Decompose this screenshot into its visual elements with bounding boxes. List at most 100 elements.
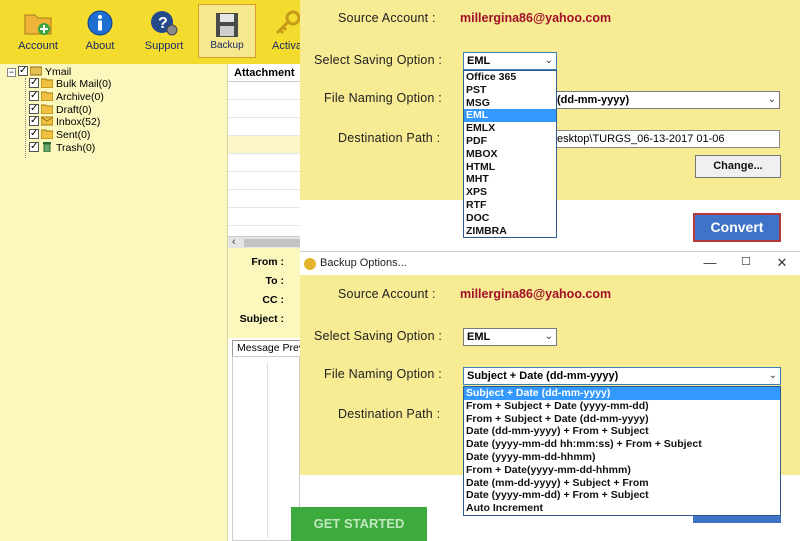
dropdown-option[interactable]: RTF bbox=[464, 199, 556, 212]
tree-item-label: Archive(0) bbox=[56, 91, 104, 103]
maximize-icon[interactable]: ☐ bbox=[736, 255, 756, 268]
dropdown-option[interactable]: Date (dd-mm-yyyy) + From + Subject bbox=[464, 425, 780, 438]
destination-path-input[interactable]: esktop\TURGS_06-13-2017 01-06 bbox=[554, 130, 780, 148]
preview-divider bbox=[267, 363, 268, 538]
tree-item-trash[interactable]: Trash(0) bbox=[29, 140, 95, 155]
activate-button[interactable]: Activat bbox=[264, 0, 304, 62]
file-naming-value: Subject + Date (dd-mm-yyyy) bbox=[467, 370, 619, 382]
table-row[interactable] bbox=[228, 100, 300, 118]
dropdown-option[interactable]: EMLX bbox=[464, 122, 556, 135]
convert-button[interactable]: Convert bbox=[693, 213, 781, 242]
dropdown-option[interactable]: ZIMBRA bbox=[464, 225, 556, 238]
dropdown-option[interactable]: From + Subject + Date (dd-mm-yyyy) bbox=[464, 413, 780, 426]
backup-label: Backup bbox=[210, 40, 244, 51]
dropdown-option[interactable]: Office 365 bbox=[464, 71, 556, 84]
subject-label: Subject : bbox=[239, 313, 284, 325]
inbox-icon bbox=[41, 116, 53, 126]
dialog-title: Backup Options... bbox=[320, 257, 407, 269]
scroll-thumb[interactable] bbox=[244, 239, 300, 247]
change-button[interactable]: Change... bbox=[695, 155, 781, 178]
scroll-left-icon[interactable]: ‹ bbox=[232, 236, 236, 248]
checkbox[interactable] bbox=[18, 64, 28, 77]
checkbox[interactable] bbox=[29, 76, 39, 89]
convert-button-edge bbox=[693, 515, 781, 523]
dropdown-option[interactable]: HTML bbox=[464, 161, 556, 174]
minimize-icon[interactable]: — bbox=[700, 255, 720, 270]
table-row[interactable] bbox=[228, 208, 300, 226]
chevron-down-icon: ⌄ bbox=[768, 370, 777, 381]
tree-item-inbox[interactable]: Inbox(52) bbox=[29, 114, 100, 129]
table-row[interactable] bbox=[228, 82, 300, 100]
saving-option-select[interactable]: EML ⌄ bbox=[463, 328, 557, 346]
dropdown-option[interactable]: MSG bbox=[464, 97, 556, 110]
dropdown-option[interactable]: Date (yyyy-mm-dd) + From + Subject bbox=[464, 489, 780, 502]
destination-path-label: Destination Path : bbox=[338, 131, 441, 145]
dropdown-option[interactable]: XPS bbox=[464, 186, 556, 199]
file-naming-select[interactable]: Subject + Date (dd-mm-yyyy) ⌄ bbox=[463, 367, 781, 385]
dropdown-option[interactable]: MHT bbox=[464, 173, 556, 186]
destination-path-label: Destination Path : bbox=[338, 407, 441, 421]
table-row[interactable] bbox=[228, 118, 300, 136]
cc-label: CC : bbox=[262, 294, 284, 306]
main-toolbar: Account About ? Support Backup Activat bbox=[0, 0, 304, 64]
dropdown-option[interactable]: MBOX bbox=[464, 148, 556, 161]
checkbox[interactable] bbox=[29, 114, 39, 127]
folder-icon bbox=[41, 104, 53, 114]
table-row[interactable] bbox=[228, 154, 300, 172]
dropdown-option[interactable]: Auto Increment bbox=[464, 502, 780, 515]
folder-add-icon bbox=[24, 14, 52, 35]
file-naming-select[interactable]: (dd-mm-yyyy) ⌄ bbox=[554, 91, 780, 109]
about-button[interactable]: About bbox=[74, 0, 126, 62]
help-gear-icon: ? bbox=[151, 11, 178, 36]
support-button[interactable]: ? Support bbox=[136, 0, 192, 62]
tree-item-label: Draft(0) bbox=[56, 104, 92, 116]
file-naming-value: (dd-mm-yyyy) bbox=[557, 94, 630, 106]
close-icon[interactable]: ✕ bbox=[772, 255, 792, 271]
file-naming-dropdown[interactable]: Subject + Date (dd-mm-yyyy) From + Subjec… bbox=[463, 386, 781, 516]
tree-item-label: Bulk Mail(0) bbox=[56, 78, 112, 90]
dropdown-option[interactable]: PDF bbox=[464, 135, 556, 148]
file-naming-label: File Naming Option : bbox=[324, 367, 442, 381]
account-button[interactable]: Account bbox=[10, 0, 66, 62]
checkbox[interactable] bbox=[29, 140, 39, 153]
account-label: Account bbox=[18, 40, 58, 52]
dropdown-option[interactable]: Date (mm-dd-yyyy) + Subject + From bbox=[464, 477, 780, 490]
key-icon bbox=[275, 10, 301, 35]
tree-item-archive[interactable]: Archive(0) bbox=[29, 89, 104, 104]
horizontal-scrollbar[interactable]: ‹ bbox=[228, 236, 300, 248]
backup-button[interactable]: Backup bbox=[198, 4, 256, 58]
to-label: To : bbox=[265, 275, 284, 287]
column-header-attachment[interactable]: Attachment bbox=[228, 64, 300, 82]
saving-option-value: EML bbox=[467, 331, 491, 343]
saving-option-select[interactable]: EML ⌄ bbox=[463, 52, 557, 70]
table-row[interactable] bbox=[228, 172, 300, 190]
checkbox[interactable] bbox=[29, 127, 39, 140]
message-preview-area bbox=[232, 356, 300, 541]
checkbox[interactable] bbox=[29, 89, 39, 102]
dropdown-option[interactable]: EML bbox=[464, 109, 556, 123]
dialog-titlebar: Backup Options... — ☐ ✕ bbox=[300, 251, 800, 275]
collapse-icon[interactable]: − bbox=[7, 68, 16, 77]
tree-connector bbox=[25, 78, 26, 158]
table-row[interactable] bbox=[228, 190, 300, 208]
checkbox[interactable] bbox=[29, 102, 39, 115]
dropdown-option[interactable]: PST bbox=[464, 84, 556, 97]
dropdown-option[interactable]: Date (yyyy-mm-dd hh:mm:ss) + From + Subj… bbox=[464, 438, 780, 451]
trash-icon bbox=[43, 142, 51, 152]
message-list-pane: Attachment ‹ From : To : CC : Subject : … bbox=[228, 64, 312, 541]
dropdown-option[interactable]: Date (yyyy-mm-dd-hhmm) bbox=[464, 451, 780, 464]
get-started-banner: GET STARTED bbox=[291, 507, 427, 541]
saving-option-label: Select Saving Option : bbox=[314, 329, 443, 343]
support-label: Support bbox=[144, 40, 184, 52]
source-account-label: Source Account : bbox=[338, 11, 436, 25]
dropdown-option[interactable]: From + Date(yyyy-mm-dd-hhmm) bbox=[464, 464, 780, 477]
saving-option-label: Select Saving Option : bbox=[314, 53, 443, 67]
tree-item-bulk-mail[interactable]: Bulk Mail(0) bbox=[29, 76, 112, 91]
chevron-down-icon: ⌄ bbox=[767, 94, 776, 105]
saving-option-dropdown[interactable]: Office 365 PST MSG EML EMLX PDF MBOX HTML MHT XPS… bbox=[463, 70, 557, 239]
table-row[interactable] bbox=[228, 136, 300, 154]
folder-icon bbox=[41, 129, 53, 139]
dropdown-option[interactable]: From + Subject + Date (yyyy-mm-dd) bbox=[464, 400, 780, 413]
dropdown-option[interactable]: Subject + Date (dd-mm-yyyy) bbox=[464, 387, 780, 400]
dropdown-option[interactable]: DOC bbox=[464, 212, 556, 225]
